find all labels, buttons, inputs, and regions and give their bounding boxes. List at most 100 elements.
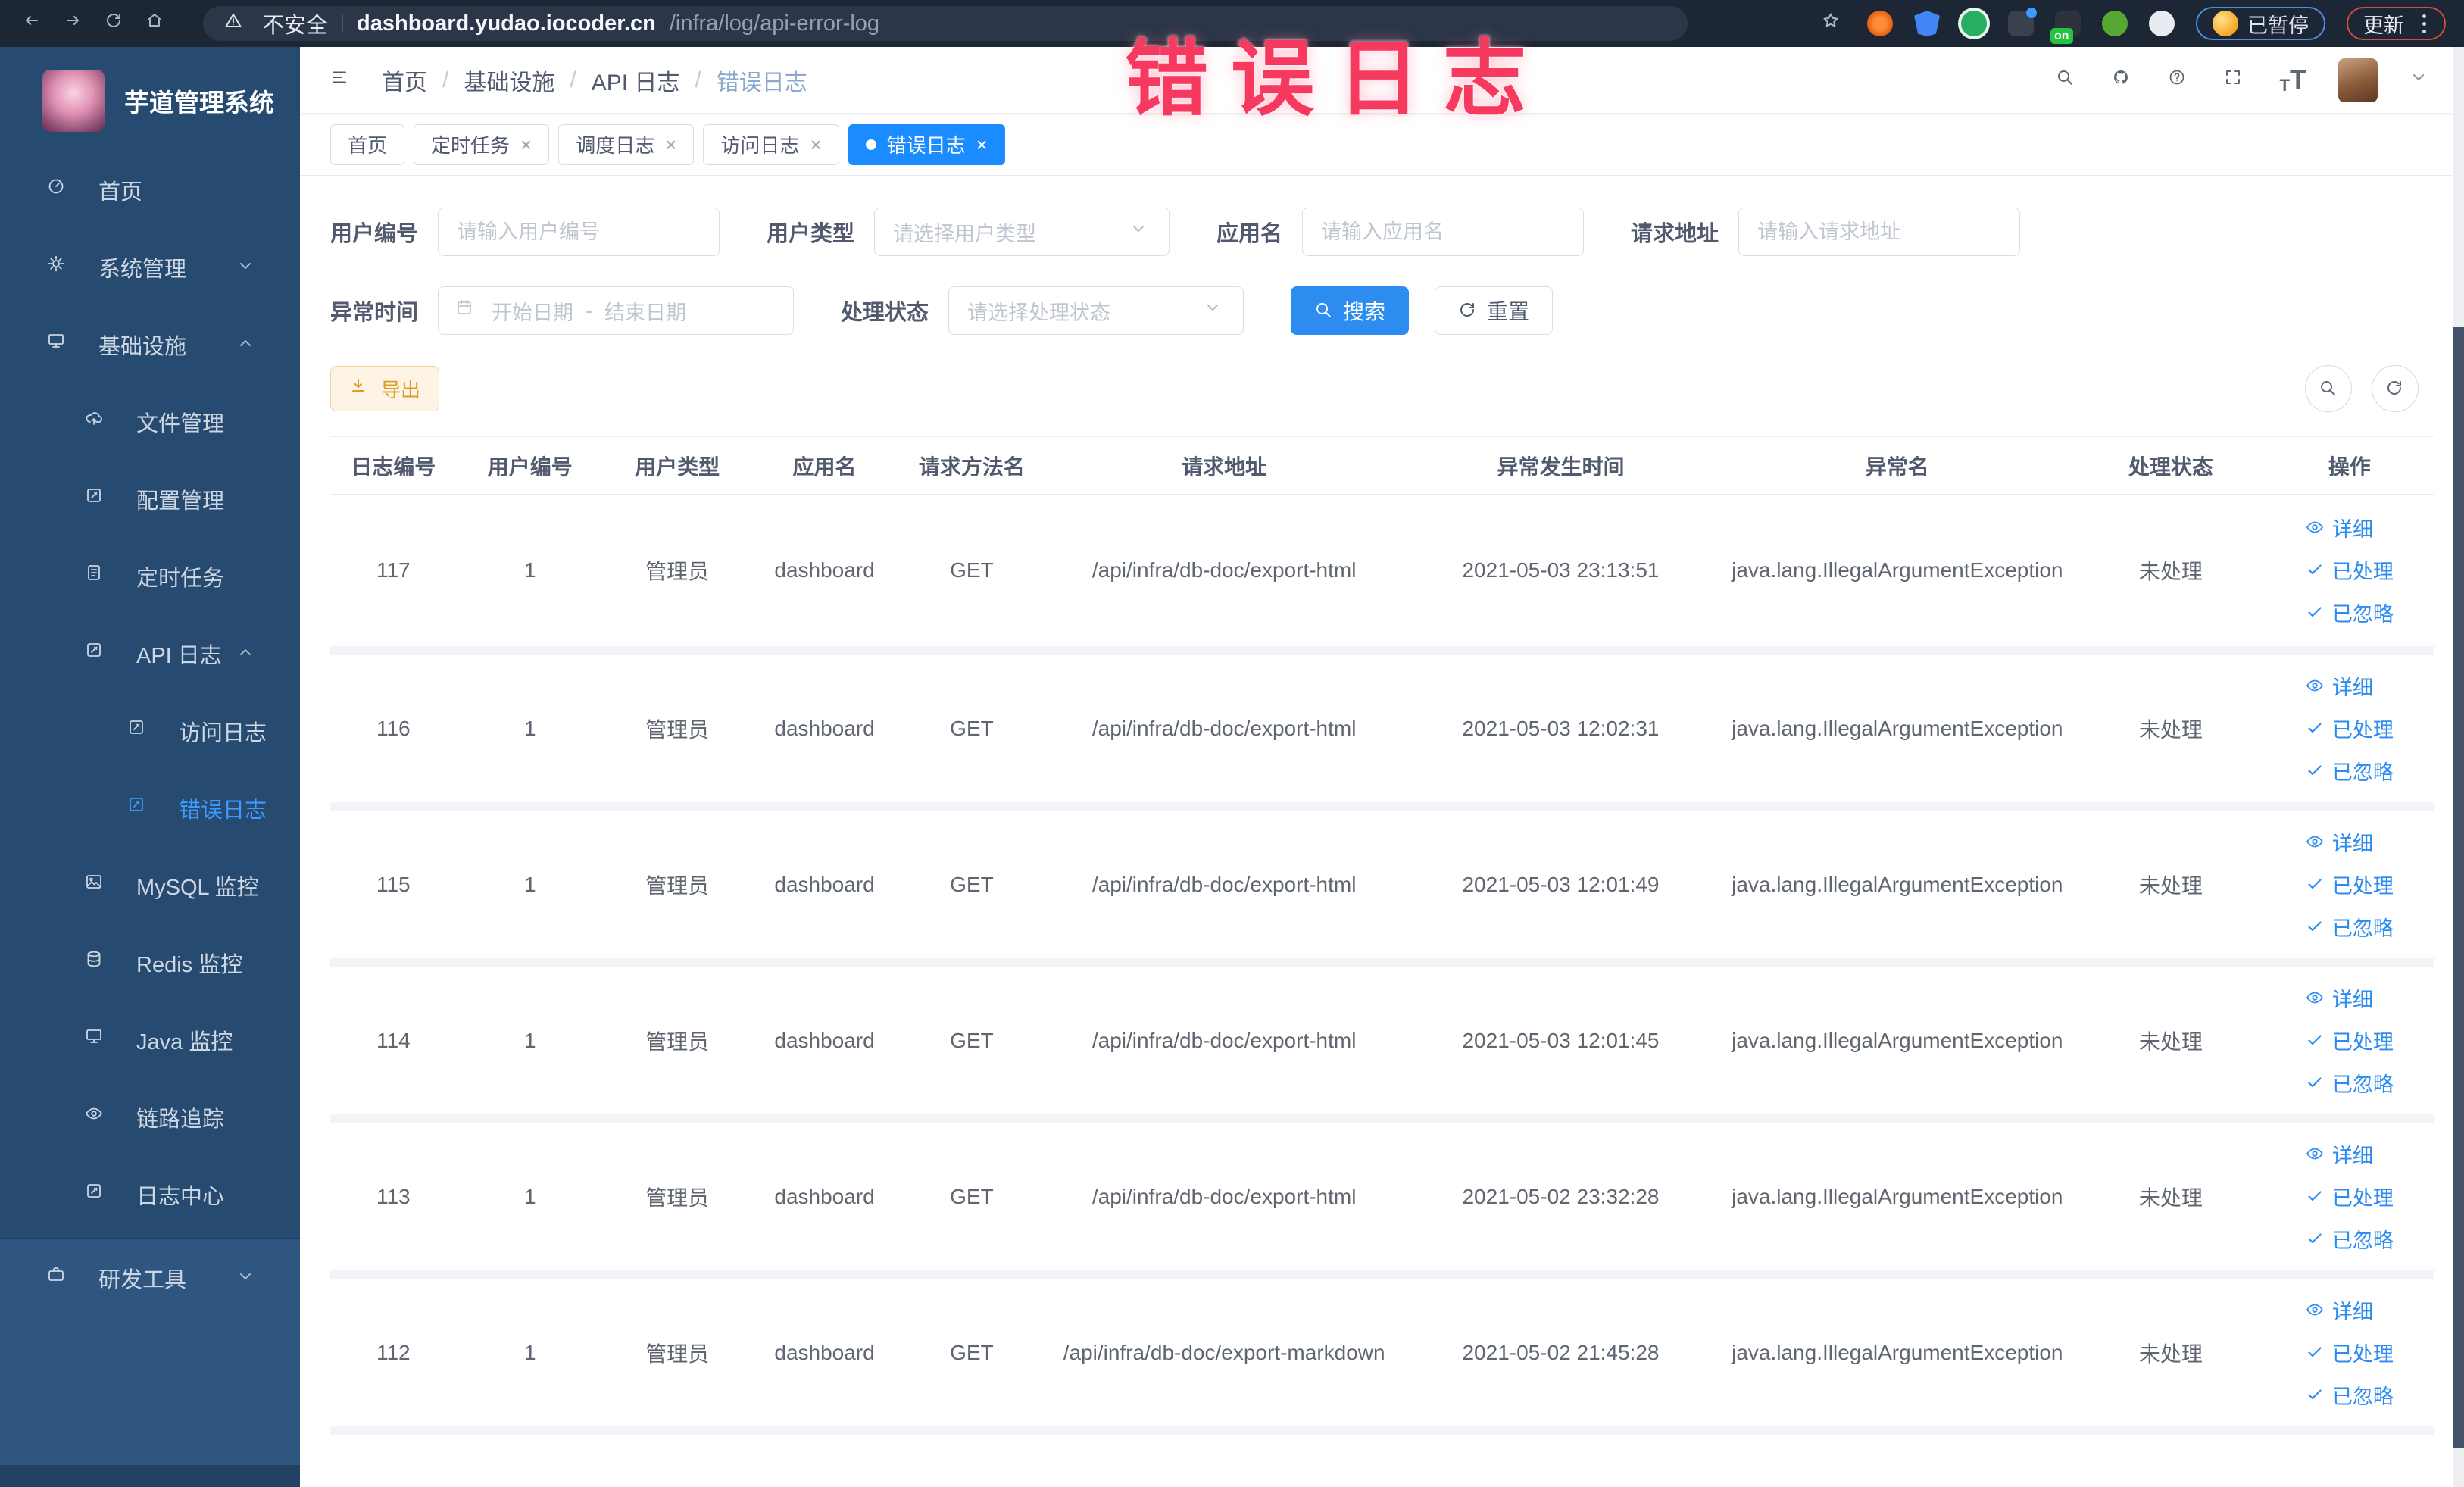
paused-extension-badge[interactable]: 已暂停 — [2196, 7, 2325, 40]
detail-link[interactable]: 详细 — [2306, 823, 2373, 862]
cell-actions: 详细 已处理 已忽略 — [2265, 494, 2434, 655]
cell-exception-time: 2021-05-03 23:13:51 — [1403, 494, 1719, 655]
sidebar-item-config-management[interactable]: 配置管理 — [0, 461, 300, 538]
ignored-link[interactable]: 已忽略 — [2306, 1064, 2394, 1103]
fullscreen-icon[interactable] — [2224, 68, 2248, 92]
eye-icon — [2306, 1148, 2323, 1159]
sidebar-item-log-center[interactable]: 日志中心 — [0, 1156, 300, 1233]
breadcrumb-api-log[interactable]: API 日志 — [592, 64, 680, 97]
tab-schedule-log[interactable]: 调度日志 × — [558, 123, 695, 165]
sidebar-item-file-management[interactable]: 文件管理 — [0, 383, 300, 461]
update-label: 更新 — [2363, 14, 2404, 37]
divider — [342, 14, 344, 33]
extension-icon-4[interactable] — [2102, 11, 2128, 36]
cell-app-name: dashboard — [751, 806, 898, 967]
hide-search-button[interactable] — [2305, 365, 2352, 412]
extension-shield-icon[interactable] — [1914, 11, 1940, 36]
ignored-link[interactable]: 已忽略 — [2306, 751, 2394, 791]
sidebar-item-java-monitor[interactable]: Java 监控 — [0, 1001, 300, 1079]
sidebar-item-access-log[interactable]: 访问日志 — [0, 692, 300, 770]
extensions-puzzle-icon[interactable] — [2149, 11, 2175, 36]
ignored-link[interactable]: 已忽略 — [2306, 593, 2394, 633]
sidebar-item-system-management[interactable]: 系统管理 — [0, 229, 300, 306]
export-button[interactable]: 导出 — [330, 366, 440, 411]
sidebar-item-error-log[interactable]: 错误日志 — [0, 770, 300, 847]
reload-button[interactable] — [100, 7, 133, 40]
close-icon[interactable]: × — [665, 135, 676, 155]
extension-grid-icon[interactable] — [2008, 8, 2037, 36]
cell-method: GET — [898, 962, 1046, 1123]
header-exception-name: 异常名 — [1718, 436, 2076, 495]
close-icon[interactable]: × — [810, 135, 821, 155]
sidebar-item-dev-tools[interactable]: 研发工具 — [0, 1239, 300, 1317]
page-scrollbar[interactable] — [2453, 47, 2464, 1487]
extension-icon-2[interactable] — [1961, 11, 1987, 36]
cell-user-id: 1 — [456, 962, 604, 1123]
sidebar-item-home[interactable]: 首页 — [0, 152, 300, 229]
sidebar-item-trace[interactable]: 链路追踪 — [0, 1079, 300, 1156]
emoji-face-icon — [2213, 11, 2238, 36]
ignored-link[interactable]: 已忽略 — [2306, 1220, 2394, 1259]
detail-link[interactable]: 详细 — [2306, 508, 2373, 548]
chevron-down-icon[interactable] — [2409, 68, 2434, 92]
cell-request-url: /api/infra/db-doc/export-html — [1045, 1118, 1404, 1279]
forward-button[interactable] — [59, 7, 92, 40]
close-icon[interactable]: × — [976, 135, 988, 155]
sidebar-item-api-log[interactable]: API 日志 — [0, 615, 300, 692]
hamburger-icon[interactable] — [330, 68, 354, 92]
bookmark-star-icon[interactable] — [1822, 11, 1846, 36]
breadcrumb-infrastructure[interactable]: 基础设施 — [464, 64, 554, 97]
sidebar-item-mysql-monitor[interactable]: MySQL 监控 — [0, 847, 300, 924]
processed-link[interactable]: 已处理 — [2306, 1021, 2394, 1061]
user-type-select[interactable]: 请选择用户类型 — [874, 208, 1170, 256]
search-icon[interactable] — [2056, 68, 2080, 92]
processed-link[interactable]: 已处理 — [2306, 551, 2394, 590]
cell-app-name: dashboard — [751, 962, 898, 1123]
tab-error-log[interactable]: 错误日志 × — [848, 123, 1005, 165]
avatar[interactable] — [2338, 58, 2378, 102]
processed-link[interactable]: 已处理 — [2306, 865, 2394, 904]
processed-link[interactable]: 已处理 — [2306, 1333, 2394, 1373]
processed-link[interactable]: 已处理 — [2306, 1177, 2394, 1217]
sidebar-item-scheduled-tasks[interactable]: 定时任务 — [0, 538, 300, 615]
detail-link[interactable]: 详细 — [2306, 667, 2373, 706]
app-name-input[interactable] — [1302, 208, 1585, 256]
refresh-table-button[interactable] — [2372, 365, 2419, 412]
home-button[interactable] — [141, 7, 174, 40]
detail-link[interactable]: 详细 — [2306, 1291, 2373, 1330]
close-icon[interactable]: × — [520, 135, 532, 155]
request-url-input[interactable] — [1738, 208, 2021, 256]
table-row: 112 1 管理员 dashboard GET /api/infra/db-do… — [330, 1274, 2434, 1435]
browser-menu-icon[interactable] — [2419, 11, 2429, 36]
detail-link[interactable]: 详细 — [2306, 1135, 2373, 1174]
app-logo-row[interactable]: 芋道管理系统 — [0, 47, 300, 152]
filter-request-url: 请求地址 — [1631, 208, 2021, 256]
extension-icon-3[interactable]: on — [2050, 11, 2081, 44]
search-button[interactable]: 搜索 — [1291, 286, 1410, 335]
tab-access-log[interactable]: 访问日志 × — [703, 123, 839, 165]
cell-user-id: 1 — [456, 806, 604, 967]
extension-icon-1[interactable] — [1867, 11, 1893, 36]
github-icon[interactable] — [2112, 68, 2136, 92]
ignored-link[interactable]: 已忽略 — [2306, 1376, 2394, 1415]
breadcrumb-home[interactable]: 首页 — [382, 64, 427, 97]
exception-time-range-picker[interactable]: 开始日期 - 结束日期 — [438, 286, 795, 335]
process-status-select[interactable]: 请选择处理状态 — [948, 286, 1244, 335]
sidebar-item-redis-monitor[interactable]: Redis 监控 — [0, 924, 300, 1001]
user-id-input[interactable] — [438, 208, 720, 256]
sidebar-item-infrastructure[interactable]: 基础设施 — [0, 306, 300, 383]
tab-home[interactable]: 首页 — [330, 123, 405, 165]
reset-button[interactable]: 重置 — [1435, 286, 1554, 335]
ignored-link[interactable]: 已忽略 — [2306, 908, 2394, 947]
cell-log-id: 117 — [330, 494, 457, 655]
refresh-icon — [1460, 303, 1475, 317]
tab-scheduled-tasks[interactable]: 定时任务 × — [414, 123, 550, 165]
font-size-icon[interactable]: TT — [2280, 66, 2306, 94]
update-browser-button[interactable]: 更新 — [2347, 7, 2446, 40]
processed-link[interactable]: 已处理 — [2306, 709, 2394, 748]
help-icon[interactable] — [2168, 68, 2192, 92]
scrollbar-thumb[interactable] — [2453, 327, 2464, 1448]
check-icon — [2308, 1034, 2322, 1045]
detail-link[interactable]: 详细 — [2306, 979, 2373, 1018]
back-button[interactable] — [18, 7, 52, 40]
